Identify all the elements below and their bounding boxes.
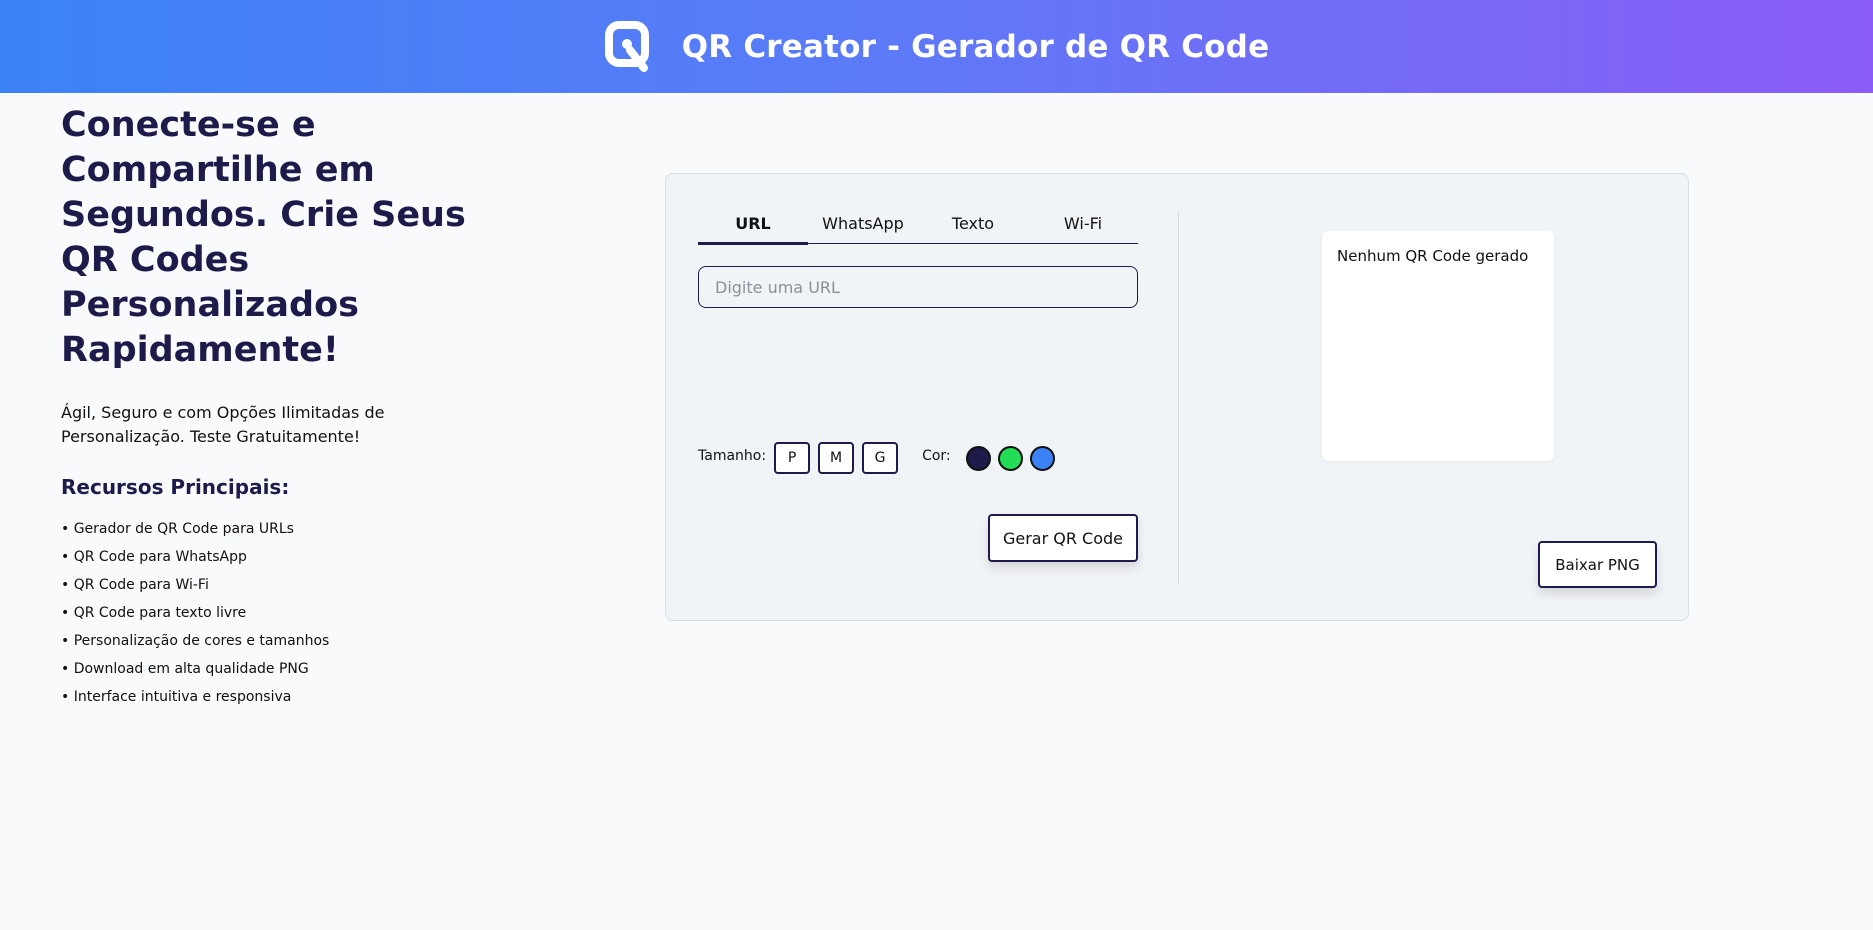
color-swatch-green[interactable]	[997, 445, 1023, 471]
feature-item: • Download em alta qualidade PNG	[61, 661, 309, 677]
tab-texto[interactable]: Texto	[918, 204, 1028, 243]
tab-url[interactable]: URL	[698, 204, 808, 245]
color-swatch-blue[interactable]	[1029, 445, 1055, 471]
feature-item: • QR Code para WhatsApp	[61, 549, 247, 565]
size-p-button[interactable]: P	[774, 442, 811, 474]
color-label: Cor:	[922, 448, 951, 464]
feature-item: • Personalização de cores e tamanhos	[61, 633, 330, 649]
feature-item: • QR Code para Wi-Fi	[61, 577, 209, 593]
size-label: Tamanho:	[698, 448, 767, 464]
generator-card: URL WhatsApp Texto Wi-Fi Tamanho: P M G …	[665, 173, 1689, 621]
generate-qr-button[interactable]: Gerar QR Code	[988, 514, 1138, 562]
feature-item: • Interface intuitiva e responsiva	[61, 689, 292, 705]
feature-item: • QR Code para texto livre	[61, 605, 247, 621]
features-title: Recursos Principais:	[61, 475, 290, 499]
qr-empty-message: Nenhum QR Code gerado	[1337, 247, 1529, 265]
app-header: QR Creator - Gerador de QR Code	[0, 0, 1873, 93]
tab-wifi[interactable]: Wi-Fi	[1028, 204, 1138, 243]
size-g-button[interactable]: G	[862, 442, 899, 474]
qr-logo-icon	[604, 20, 649, 72]
panel-divider	[1178, 211, 1179, 584]
features-list: • Gerador de QR Code para URLs • QR Code…	[61, 515, 501, 711]
qr-options: Tamanho: P M G Cor:	[698, 441, 1055, 475]
hero-section: Conecte-se e Compartilhe em Segundos. Cr…	[61, 103, 501, 711]
app-title: QR Creator - Gerador de QR Code	[681, 28, 1270, 65]
hero-subtitle: Ágil, Seguro e com Opções Ilimitadas de …	[61, 403, 385, 446]
type-tabs: URL WhatsApp Texto Wi-Fi	[698, 204, 1138, 245]
brand: QR Creator - Gerador de QR Code	[604, 20, 1270, 74]
hero-title: Conecte-se e Compartilhe em Segundos. Cr…	[61, 105, 466, 370]
url-input[interactable]	[698, 266, 1138, 308]
download-png-button[interactable]: Baixar PNG	[1538, 541, 1657, 588]
tab-whatsapp[interactable]: WhatsApp	[808, 204, 918, 243]
size-m-button[interactable]: M	[818, 442, 855, 474]
qr-preview: Nenhum QR Code gerado	[1322, 231, 1554, 461]
feature-item: • Gerador de QR Code para URLs	[61, 521, 294, 537]
color-swatch-navy[interactable]	[965, 445, 991, 471]
